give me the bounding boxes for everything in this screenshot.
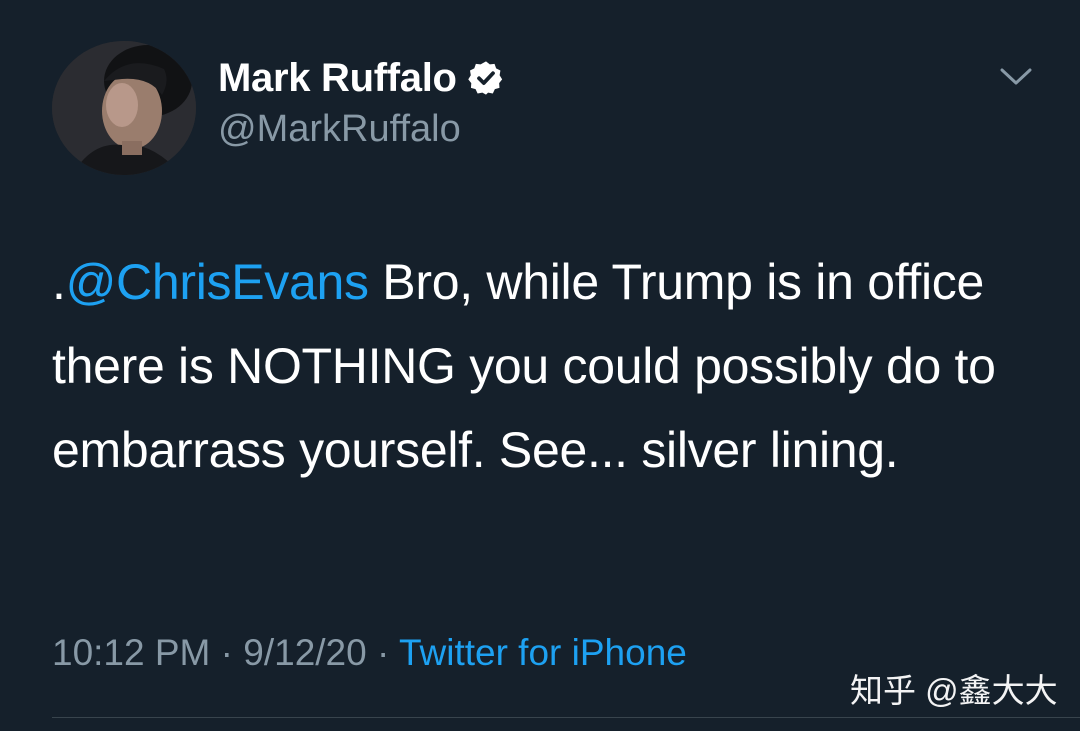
author-row: Mark Ruffalo bbox=[218, 52, 505, 104]
tweet-time: 10:12 PM bbox=[52, 632, 211, 673]
tweet-meta: 10:12 PM · 9/12/20 · Twitter for iPhone bbox=[52, 632, 687, 674]
display-name[interactable]: Mark Ruffalo bbox=[218, 56, 457, 101]
tweet-source-link[interactable]: Twitter for iPhone bbox=[399, 632, 687, 673]
divider bbox=[52, 717, 1080, 718]
avatar-photo-icon bbox=[52, 41, 196, 175]
chevron-down-icon[interactable] bbox=[998, 64, 1034, 90]
mention-link[interactable]: @ChrisEvans bbox=[66, 254, 369, 310]
tweet-text: .@ChrisEvans Bro, while Trump is in offi… bbox=[52, 240, 1012, 492]
avatar[interactable] bbox=[52, 41, 196, 175]
meta-separator: · bbox=[210, 632, 244, 673]
verified-badge-icon bbox=[467, 61, 502, 95]
tweet-date[interactable]: 9/12/20 bbox=[243, 632, 366, 673]
tweet-prefix: . bbox=[52, 254, 66, 310]
watermark: 知乎 @鑫大大 bbox=[850, 672, 1058, 709]
tweet-detail: Mark Ruffalo @MarkRuffalo .@ChrisEvans B… bbox=[0, 0, 1080, 731]
handle[interactable]: @MarkRuffalo bbox=[218, 108, 461, 151]
meta-separator: · bbox=[366, 632, 399, 673]
